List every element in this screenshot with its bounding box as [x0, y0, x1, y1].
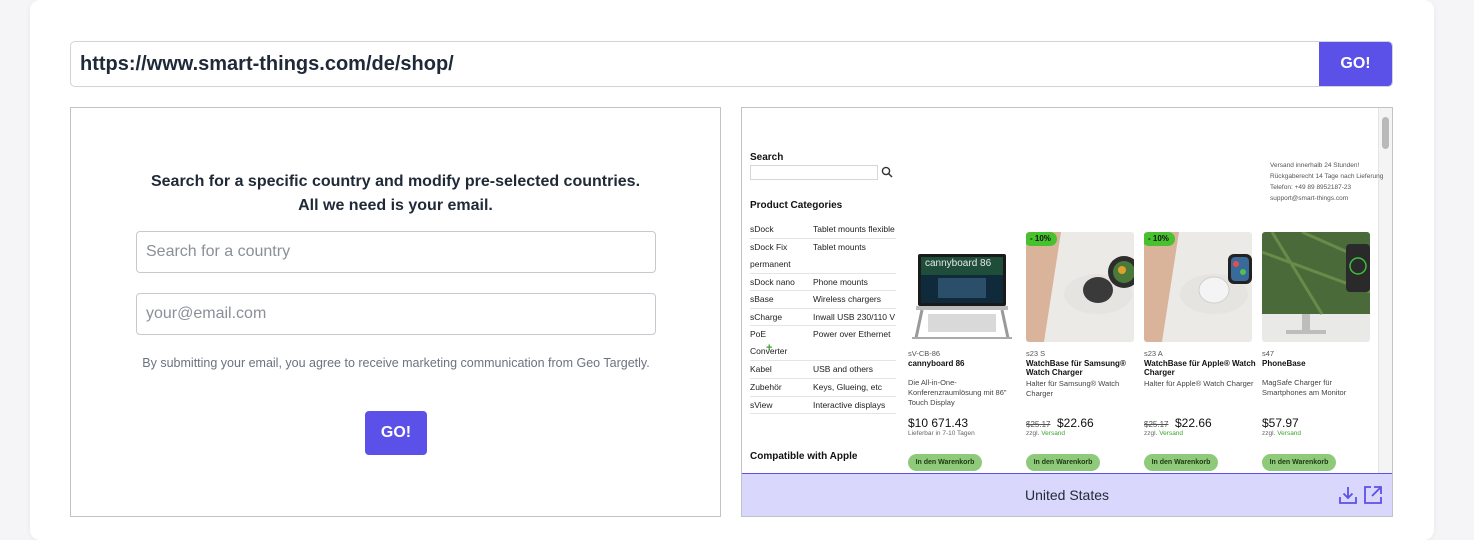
product-price: $57.97: [1262, 416, 1299, 430]
product-price: $10 671.43: [908, 416, 969, 430]
category-desc: USB and others: [813, 364, 874, 375]
category-row[interactable]: sDock Fix Tablet mounts permanent: [750, 239, 896, 274]
country-search-input[interactable]: [136, 231, 656, 273]
compatible-apple-label: Compatible with Apple: [750, 451, 858, 462]
product-image[interactable]: - 10%: [1026, 232, 1134, 342]
preview-search-label: Search: [750, 152, 784, 163]
category-row[interactable]: PoE Power over Ethernet + Converter: [750, 326, 896, 362]
category-name: Zubehör: [750, 381, 782, 392]
shop-contact-info: Versand innerhalb 24 Stunden! Rückgabere…: [1270, 160, 1383, 204]
product-desc: Halter für Samsung® Watch Charger: [1026, 379, 1120, 398]
category-desc: Phone mounts: [813, 276, 868, 287]
category-list: sDock Tablet mounts flexible sDock Fix Tab…: [750, 221, 896, 415]
shipping-link[interactable]: Versand: [1041, 430, 1065, 437]
submit-go-button[interactable]: GO!: [365, 411, 427, 455]
open-external-icon[interactable]: [1363, 485, 1383, 505]
product-name[interactable]: WatchBase für Samsung® Watch Charger: [1026, 359, 1138, 377]
category-row[interactable]: sDock Tablet mounts flexible: [750, 221, 896, 239]
category-row[interactable]: sCharge Inwall USB 230/110 V: [750, 309, 896, 327]
discount-badge: - 10%: [1026, 232, 1057, 246]
category-name-cont: permanent: [750, 258, 791, 269]
url-input[interactable]: [71, 42, 1321, 86]
shipping-note: zzgl.: [1144, 430, 1158, 437]
old-price: $25.17: [1026, 420, 1051, 429]
email-field[interactable]: [136, 293, 656, 335]
category-desc: Wireless chargers: [813, 294, 882, 305]
consent-text: By submitting your email, you agree to r…: [142, 356, 650, 370]
category-name: sCharge: [750, 311, 783, 322]
discount-badge: - 10%: [1144, 232, 1175, 246]
product-image[interactable]: [1262, 232, 1370, 342]
category-name: PoE: [750, 329, 767, 340]
product-card[interactable]: s47 PhoneBase MagSafe Charger für Smartp…: [1262, 232, 1374, 472]
product-desc: MagSafe Charger für Smartphones am Monit…: [1262, 378, 1347, 397]
add-to-cart-button[interactable]: In den Warenkorb: [908, 454, 982, 471]
headline-line-2: All we need is your email.: [298, 197, 493, 214]
preview-country-label: United States: [1024, 487, 1110, 503]
category-desc: Interactive displays: [813, 399, 886, 410]
contact-line: Versand innerhalb 24 Stunden!: [1270, 162, 1360, 169]
product-sku: s23 S: [1026, 349, 1046, 358]
scroll-thumb[interactable]: [1382, 117, 1389, 149]
product-card[interactable]: - 10% s23 A WatchBase für Apple® Watch C…: [1144, 232, 1256, 472]
form-headline: Search for a specific country and modify…: [71, 170, 720, 218]
category-name: Kabel: [750, 364, 772, 375]
shipping-note: zzgl.: [1262, 430, 1276, 437]
product-name[interactable]: cannyboard 86: [908, 359, 1020, 368]
product-card[interactable]: - 10% s23 S WatchBase für Samsung® Watch…: [1026, 232, 1138, 472]
product-price: $22.66: [1175, 416, 1212, 430]
country-email-form: Search for a specific country and modify…: [70, 107, 721, 517]
shipping-link[interactable]: Versand: [1277, 430, 1301, 437]
category-row[interactable]: Kabel USB and others: [750, 361, 896, 379]
preview-search-input[interactable]: [750, 165, 878, 180]
product-price: $22.66: [1057, 416, 1094, 430]
category-row[interactable]: sView Interactive displays: [750, 397, 896, 415]
old-price: $25.17: [1144, 420, 1169, 429]
category-name: sDock nano: [750, 276, 795, 287]
contact-line: support@smart-things.com: [1270, 195, 1349, 202]
add-to-cart-button[interactable]: In den Warenkorb: [1026, 454, 1100, 471]
product-image[interactable]: - 10%: [1144, 232, 1252, 342]
contact-line: Rückgaberecht 14 Tage nach Lieferung: [1270, 173, 1384, 180]
product-desc: Halter für Apple® Watch Charger: [1144, 379, 1254, 388]
product-sku: sV-CB-86: [908, 349, 941, 358]
add-to-cart-button[interactable]: In den Warenkorb: [1262, 454, 1336, 471]
product-card[interactable]: cannyboard 86 sV-CB-86 cannyboard 86 Die…: [908, 232, 1020, 472]
product-sku: s23 A: [1144, 349, 1163, 358]
product-categories-label: Product Categories: [750, 200, 843, 211]
download-icon[interactable]: [1338, 485, 1358, 505]
category-name: sBase: [750, 294, 774, 305]
add-to-cart-button[interactable]: In den Warenkorb: [1144, 454, 1218, 471]
shipping-note: zzgl.: [1026, 430, 1040, 437]
product-name[interactable]: WatchBase für Apple® Watch Charger: [1144, 359, 1256, 377]
site-preview[interactable]: Search Product Categories sDock Tablet mo…: [741, 107, 1393, 517]
product-name[interactable]: PhoneBase: [1262, 359, 1374, 368]
search-icon[interactable]: [881, 166, 893, 178]
product-image[interactable]: cannyboard 86: [908, 232, 1016, 342]
category-row[interactable]: sDock nano Phone mounts: [750, 274, 896, 292]
category-desc: Power over Ethernet: [813, 329, 891, 340]
country-preview-bar: United States: [742, 473, 1392, 516]
category-name-cont: Converter: [750, 346, 788, 357]
category-desc: Keys, Glueing, etc: [813, 381, 882, 392]
category-name: sDock: [750, 224, 774, 234]
category-row[interactable]: sBase Wireless chargers: [750, 291, 896, 309]
category-name: sDock Fix: [750, 241, 788, 252]
delivery-note: Lieferbar in 7-10 Tagen: [908, 430, 975, 437]
contact-line: Telefon: +49 89 8952187-23: [1270, 184, 1352, 191]
category-desc: Inwall USB 230/110 V: [813, 311, 896, 322]
category-row[interactable]: Zubehör Keys, Glueing, etc: [750, 379, 896, 397]
headline-line-1: Search for a specific country and modify…: [150, 173, 641, 190]
url-go-button[interactable]: GO!: [1319, 42, 1392, 86]
product-sku: s47: [1262, 349, 1275, 358]
url-bar: GO!: [70, 41, 1393, 87]
category-desc: Tablet mounts flexible: [813, 224, 895, 234]
screen-text: cannyboard 86: [925, 258, 992, 269]
category-desc: Tablet mounts: [813, 241, 866, 252]
category-name: sView: [750, 399, 773, 410]
shipping-link[interactable]: Versand: [1159, 430, 1183, 437]
product-desc: Die All-in-One-Konferenzraumlösung mit 8…: [908, 378, 1007, 407]
